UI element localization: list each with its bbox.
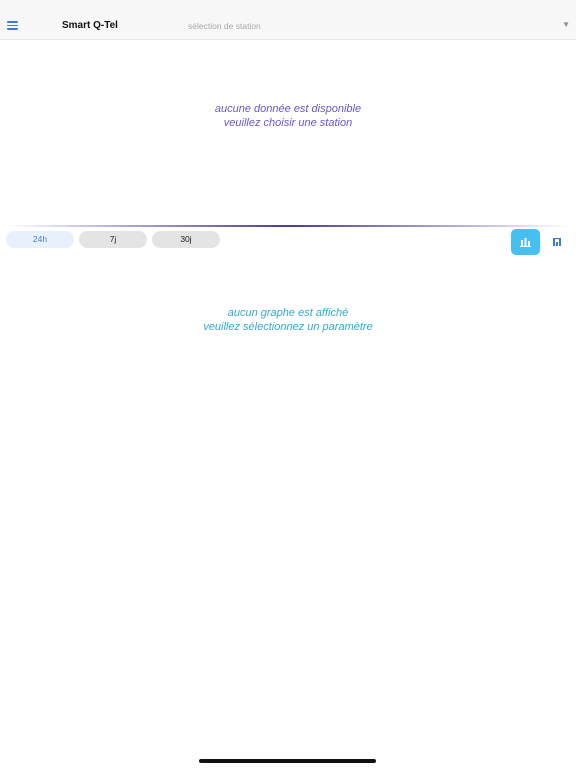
home-indicator <box>199 759 376 763</box>
bar-chart-icon <box>520 238 531 247</box>
no-data-line-1: aucune donnée est disponible <box>214 103 362 115</box>
station-select-dropdown[interactable]: sélection de station ▼ <box>186 16 572 36</box>
chevron-down-icon: ▼ <box>562 20 570 29</box>
no-graph-message: aucun graphe est affiché veuillez sélect… <box>0 306 576 334</box>
no-graph-line-2: veuillez sélectionnez un paramètre <box>203 321 373 333</box>
hamburger-menu-icon[interactable] <box>6 18 20 32</box>
no-data-message: aucune donnée est disponible veuillez ch… <box>0 102 576 130</box>
period-tab-7j[interactable]: 7j <box>79 231 147 248</box>
period-tab-30j[interactable]: 30j <box>152 231 220 248</box>
section-divider <box>6 225 570 227</box>
app-title: Smart Q-Tel <box>62 20 118 31</box>
menu-line <box>7 24 18 27</box>
bar-chart-view-button[interactable] <box>511 229 540 255</box>
app-screen: Smart Q-Tel sélection de station ▼ aucun… <box>0 0 576 768</box>
table-view-button[interactable] <box>549 233 565 251</box>
no-graph-line-1: aucun graphe est affiché <box>227 307 349 319</box>
menu-line <box>7 28 18 30</box>
table-chart-icon <box>553 238 561 246</box>
menu-line <box>7 21 18 23</box>
status-bar <box>0 0 576 12</box>
no-data-line-2: veuillez choisir une station <box>223 117 353 129</box>
station-select-placeholder: sélection de station <box>188 21 261 31</box>
period-tab-24h[interactable]: 24h <box>6 231 74 248</box>
top-bar: Smart Q-Tel sélection de station ▼ <box>0 12 576 40</box>
